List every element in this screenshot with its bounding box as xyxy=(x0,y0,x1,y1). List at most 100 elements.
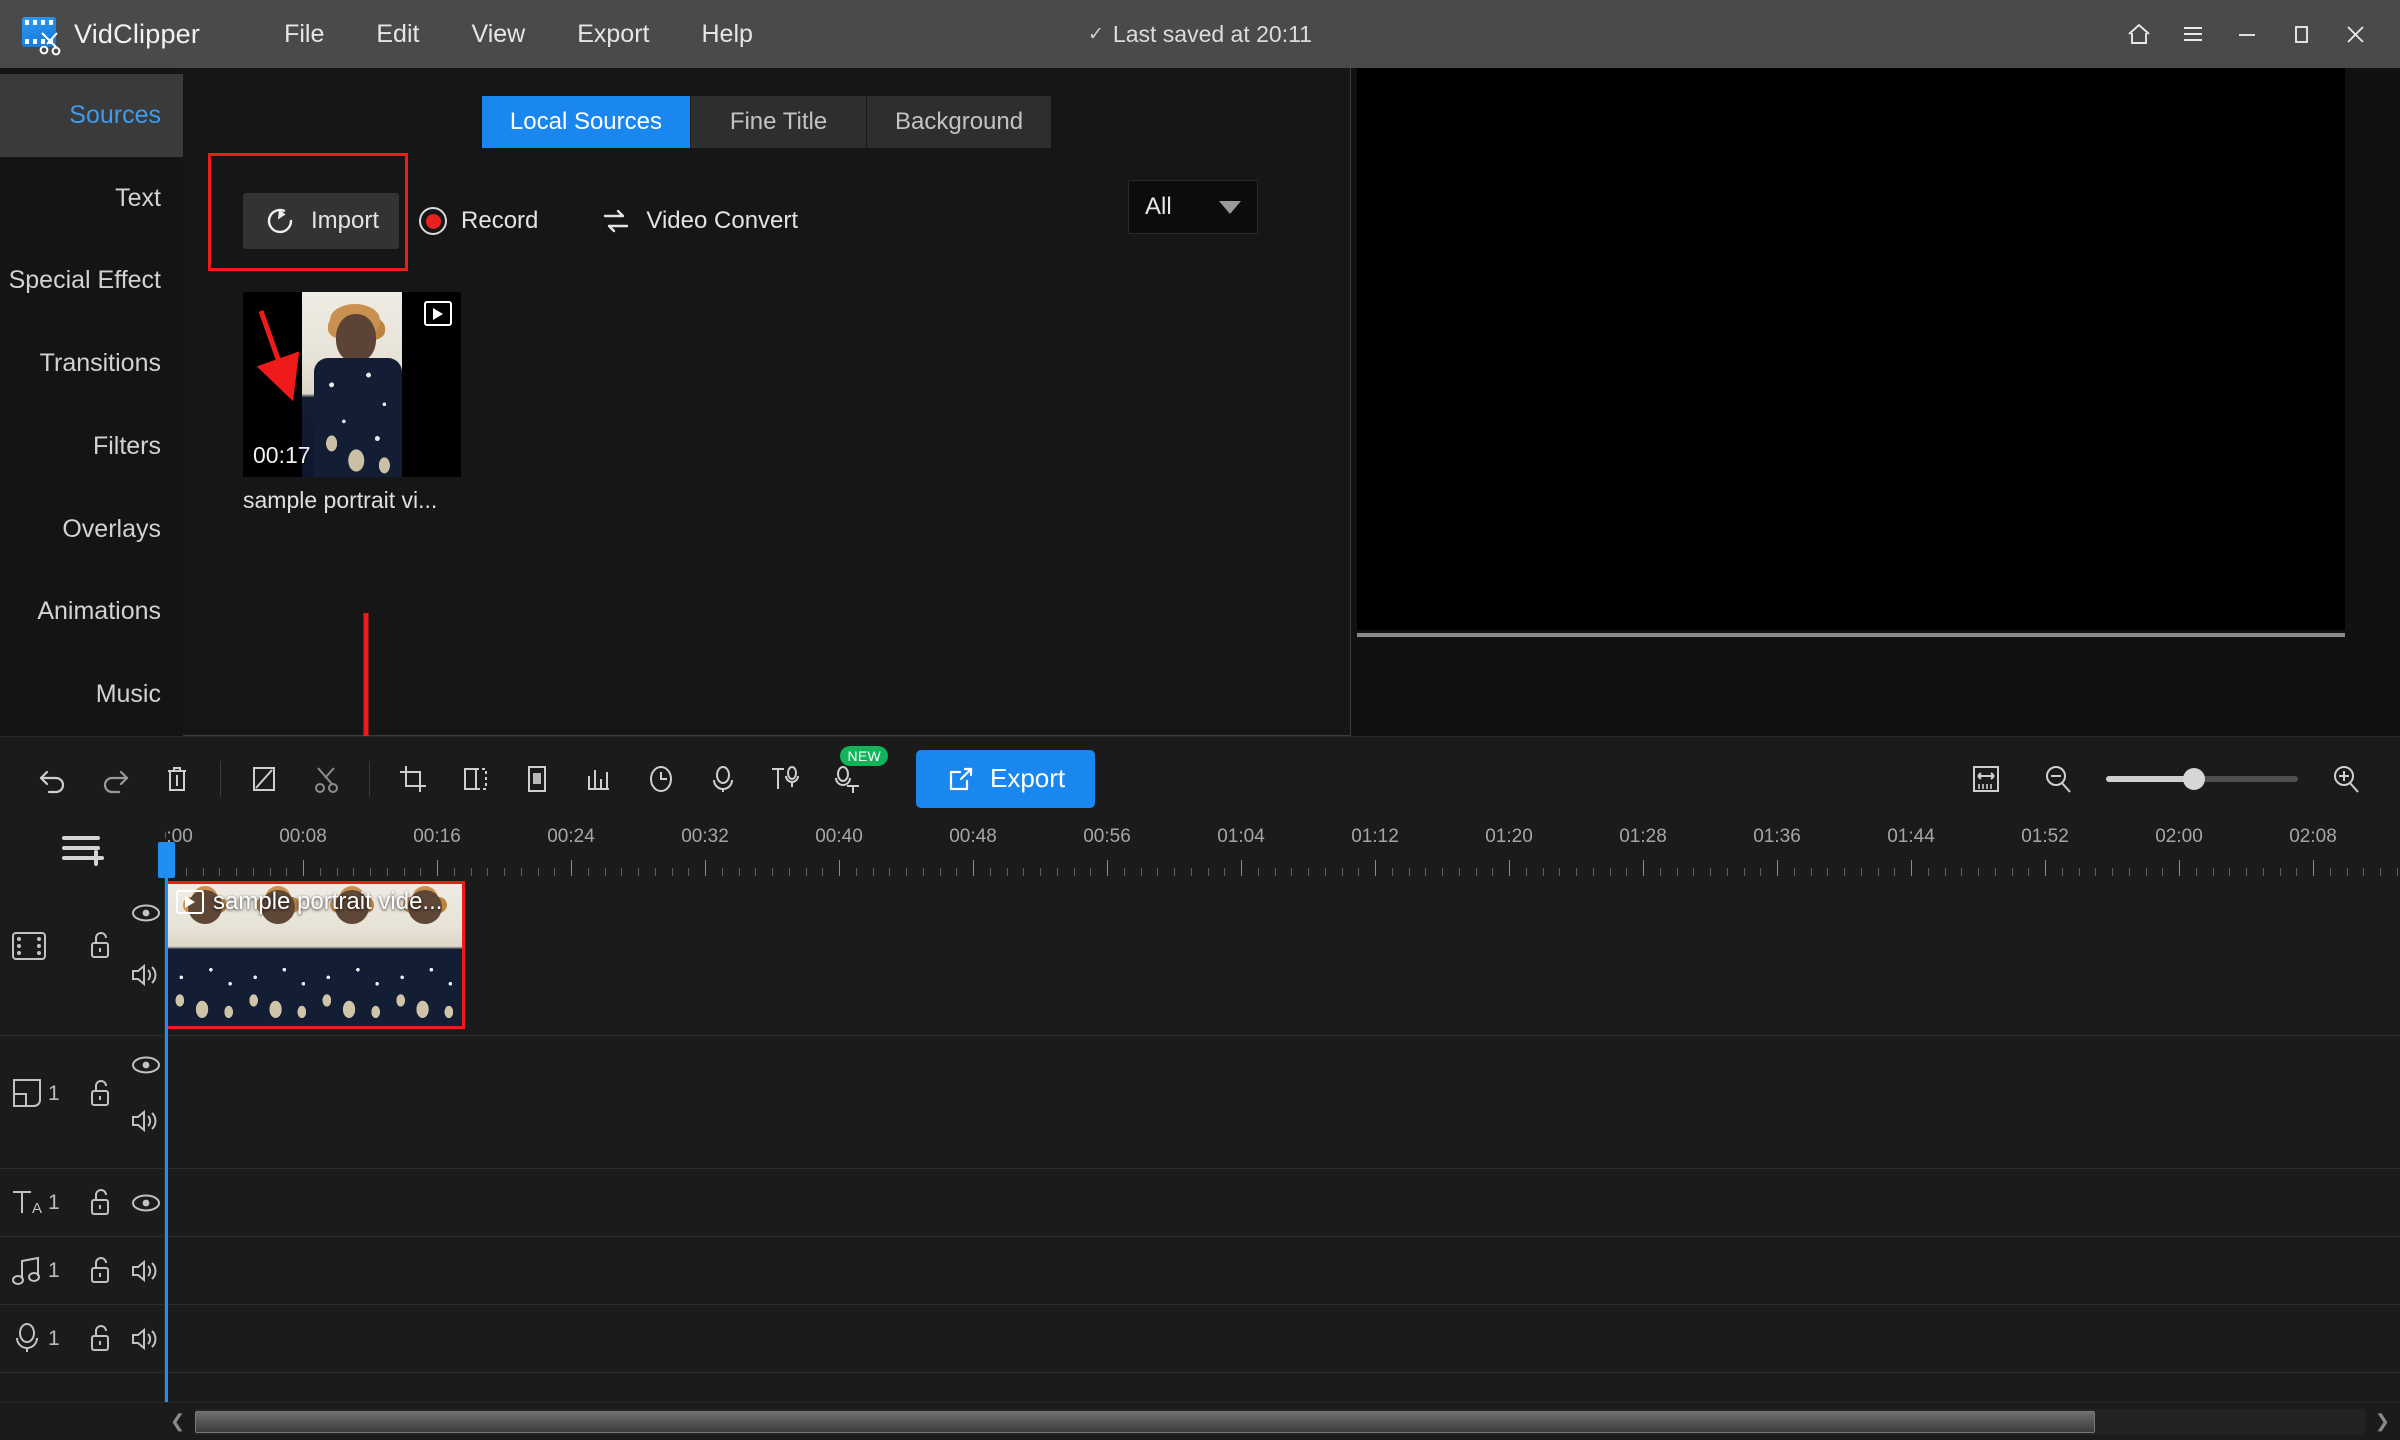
menu-edit[interactable]: Edit xyxy=(350,12,445,57)
record-label: Record xyxy=(461,207,539,234)
speaker-icon[interactable] xyxy=(130,962,162,993)
track-header-text[interactable]: A 1 xyxy=(0,1169,164,1237)
scroll-left-icon[interactable]: ❮ xyxy=(170,1411,185,1432)
media-thumbnail[interactable]: 00:17 xyxy=(243,292,461,477)
track-overlay[interactable] xyxy=(165,1036,2400,1169)
menu-file[interactable]: File xyxy=(258,12,350,57)
menu-help[interactable]: Help xyxy=(675,12,778,57)
zoom-out-icon[interactable] xyxy=(2034,755,2082,803)
split-screen-button[interactable] xyxy=(506,748,568,810)
voice-record-button[interactable] xyxy=(692,748,754,810)
track-text[interactable] xyxy=(165,1169,2400,1237)
unlock-icon[interactable] xyxy=(86,1255,114,1290)
preview-scrubber[interactable] xyxy=(1351,630,2400,640)
unlock-icon[interactable] xyxy=(86,1078,114,1113)
ruler-tick xyxy=(973,860,974,876)
scrollbar-track[interactable] xyxy=(195,1408,2365,1435)
fit-to-window-icon[interactable] xyxy=(1962,755,2010,803)
delete-button[interactable] xyxy=(146,748,208,810)
media-item[interactable]: 00:17 sample portrait vi... xyxy=(243,292,461,514)
preview-panel: 00:00:00.00 / 00:00:17.23 xyxy=(1351,68,2400,736)
menu-export[interactable]: Export xyxy=(551,12,675,57)
track-header-video[interactable] xyxy=(0,876,164,1036)
sidebar-item-transitions[interactable]: Transitions xyxy=(0,322,183,405)
timeline-playhead[interactable] xyxy=(158,842,175,1402)
import-button[interactable]: Import xyxy=(243,193,400,249)
ruler-label: 01:04 xyxy=(1217,826,1265,847)
clip-name: sample portrait vide... xyxy=(213,888,443,915)
add-track-button[interactable] xyxy=(0,820,165,876)
ruler-tick xyxy=(1643,860,1644,876)
eye-icon[interactable] xyxy=(130,1192,162,1219)
sidebar-item-special-effect[interactable]: Special Effect xyxy=(0,240,183,323)
scrubber-track[interactable] xyxy=(1357,633,2345,637)
speech-to-text-button[interactable]: NEW xyxy=(816,745,888,810)
sidebar-item-sources[interactable]: Sources xyxy=(0,74,183,157)
eye-icon[interactable] xyxy=(130,1054,162,1081)
ruler-tick xyxy=(1475,868,1477,876)
ruler-label: 01:20 xyxy=(1485,826,1533,847)
speaker-icon[interactable] xyxy=(130,1108,162,1139)
media-filter-dropdown[interactable]: All xyxy=(1128,180,1258,234)
zoom-slider[interactable] xyxy=(2106,767,2298,790)
export-button[interactable]: Export xyxy=(916,749,1096,808)
ruler-tick xyxy=(1911,860,1912,876)
home-icon[interactable] xyxy=(2112,7,2166,61)
ruler-tick xyxy=(2396,868,2398,876)
track-header-voiceover[interactable]: 1 xyxy=(0,1305,164,1373)
eye-icon[interactable] xyxy=(130,902,162,929)
tab-background[interactable]: Background xyxy=(867,96,1052,148)
video-preview-area[interactable] xyxy=(1351,68,2400,630)
tab-local-sources[interactable]: Local Sources xyxy=(481,96,691,148)
maximize-icon[interactable] xyxy=(2274,7,2328,61)
edit-button[interactable] xyxy=(233,748,295,810)
menu-view[interactable]: View xyxy=(445,12,551,57)
vidclipper-window: VidClipper File Edit View Export Help ✓ … xyxy=(0,0,2400,1440)
ruler-tick xyxy=(1559,868,1561,876)
ruler-tick xyxy=(1207,868,1209,876)
split-scissors-button[interactable] xyxy=(295,748,357,810)
ruler-tick xyxy=(2212,868,2214,876)
zoom-slider-handle[interactable] xyxy=(2182,767,2205,790)
unlock-icon[interactable] xyxy=(86,930,114,965)
sidebar-item-overlays[interactable]: Overlays xyxy=(0,488,183,571)
timeline-ruler[interactable]: 00:0000:0800:1600:2400:3200:4000:4800:56… xyxy=(165,820,2400,876)
record-button[interactable]: Record xyxy=(399,196,558,246)
minimize-icon[interactable] xyxy=(2220,7,2274,61)
track-header-music[interactable]: 1 xyxy=(0,1237,164,1305)
video-convert-button[interactable]: Video Convert xyxy=(580,195,818,247)
audio-levels-button[interactable] xyxy=(568,748,630,810)
sidebar-item-text[interactable]: Text xyxy=(0,157,183,240)
speaker-icon[interactable] xyxy=(130,1326,162,1357)
mosaic-button[interactable] xyxy=(444,748,506,810)
ruler-tick xyxy=(2329,868,2331,876)
scrollbar-thumb[interactable] xyxy=(195,1410,2096,1433)
ruler-tick xyxy=(1609,868,1611,876)
speed-clock-button[interactable] xyxy=(630,748,692,810)
track-music[interactable] xyxy=(165,1237,2400,1305)
sidebar-item-filters[interactable]: Filters xyxy=(0,405,183,488)
timeline-clip[interactable]: sample portrait vide... xyxy=(165,881,465,1029)
redo-button[interactable] xyxy=(84,748,146,810)
sidebar-item-music[interactable]: Music xyxy=(0,653,183,736)
undo-button[interactable] xyxy=(22,748,84,810)
sidebar-item-animations[interactable]: Animations xyxy=(0,571,183,654)
track-voiceover[interactable] xyxy=(165,1305,2400,1373)
ruler-tick xyxy=(319,868,321,876)
timeline-horizontal-scrollbar[interactable]: ❮ ❯ xyxy=(0,1402,2400,1440)
close-icon[interactable] xyxy=(2328,7,2382,61)
timeline-tracks[interactable]: sample portrait vide... xyxy=(158,842,2400,1402)
unlock-icon[interactable] xyxy=(86,1323,114,1358)
scroll-right-icon[interactable]: ❯ xyxy=(2375,1411,2390,1432)
timeline-body: 1 A 1 1 1 sample portrait vide... xyxy=(0,842,2400,1402)
tab-fine-title[interactable]: Fine Title xyxy=(691,96,867,148)
speaker-icon[interactable] xyxy=(130,1258,162,1289)
unlock-icon[interactable] xyxy=(86,1187,114,1222)
zoom-in-icon[interactable] xyxy=(2322,755,2370,803)
hamburger-menu-icon[interactable] xyxy=(2166,7,2220,61)
text-to-speech-button[interactable] xyxy=(754,748,816,810)
track-header-overlay[interactable]: 1 xyxy=(0,1036,164,1169)
media-name: sample portrait vi... xyxy=(243,487,438,513)
track-video[interactable]: sample portrait vide... xyxy=(165,876,2400,1036)
crop-button[interactable] xyxy=(382,748,444,810)
